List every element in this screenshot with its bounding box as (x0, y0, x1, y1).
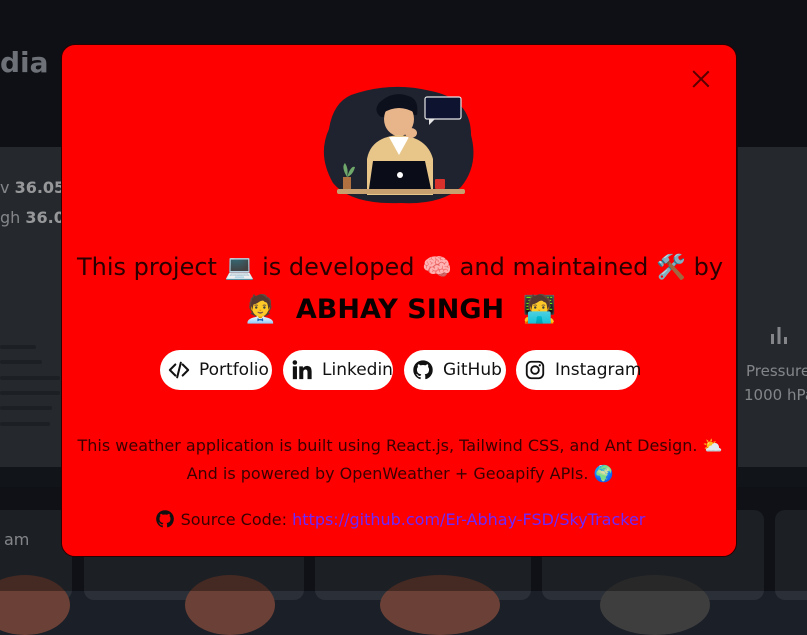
brain-icon: 🧠 (422, 253, 453, 281)
github-icon (413, 360, 433, 380)
tools-icon: 🛠️ (656, 253, 686, 281)
project-headline: This project 💻 is developed 🧠 and mainta… (76, 253, 724, 281)
source-code-label: Source Code: (180, 510, 288, 529)
instagram-link[interactable]: Instagram (516, 350, 642, 390)
businessperson-icon: 🧑‍💼 (243, 294, 278, 325)
source-code-line: Source Code: https://github.com/Er-Abhay… (62, 509, 738, 529)
linkedin-icon (292, 360, 312, 380)
github-icon (155, 510, 174, 528)
developer-illustration (323, 86, 474, 204)
linkedin-link[interactable]: Linkedin (283, 350, 393, 390)
source-code-link[interactable]: https://github.com/Er-Abhay-FSD/SkyTrack… (292, 510, 645, 529)
instagram-icon (525, 360, 545, 380)
description-line: And is powered by OpenWeather + Geoapify… (186, 464, 614, 483)
about-modal: This project 💻 is developed 🧠 and mainta… (61, 44, 737, 557)
technologist-icon: 🧑‍💻 (522, 294, 557, 325)
laptop-icon: 💻 (224, 253, 255, 281)
app-description: This weather application is built using … (62, 432, 738, 488)
developer-name: 🧑‍💼 ABHAY SINGH 🧑‍💻 (243, 294, 557, 325)
close-icon[interactable] (691, 69, 711, 89)
code-icon (168, 361, 190, 379)
github-link[interactable]: GitHub (404, 350, 506, 390)
description-line: This weather application is built using … (77, 436, 723, 455)
portfolio-link[interactable]: Portfolio (160, 350, 272, 390)
